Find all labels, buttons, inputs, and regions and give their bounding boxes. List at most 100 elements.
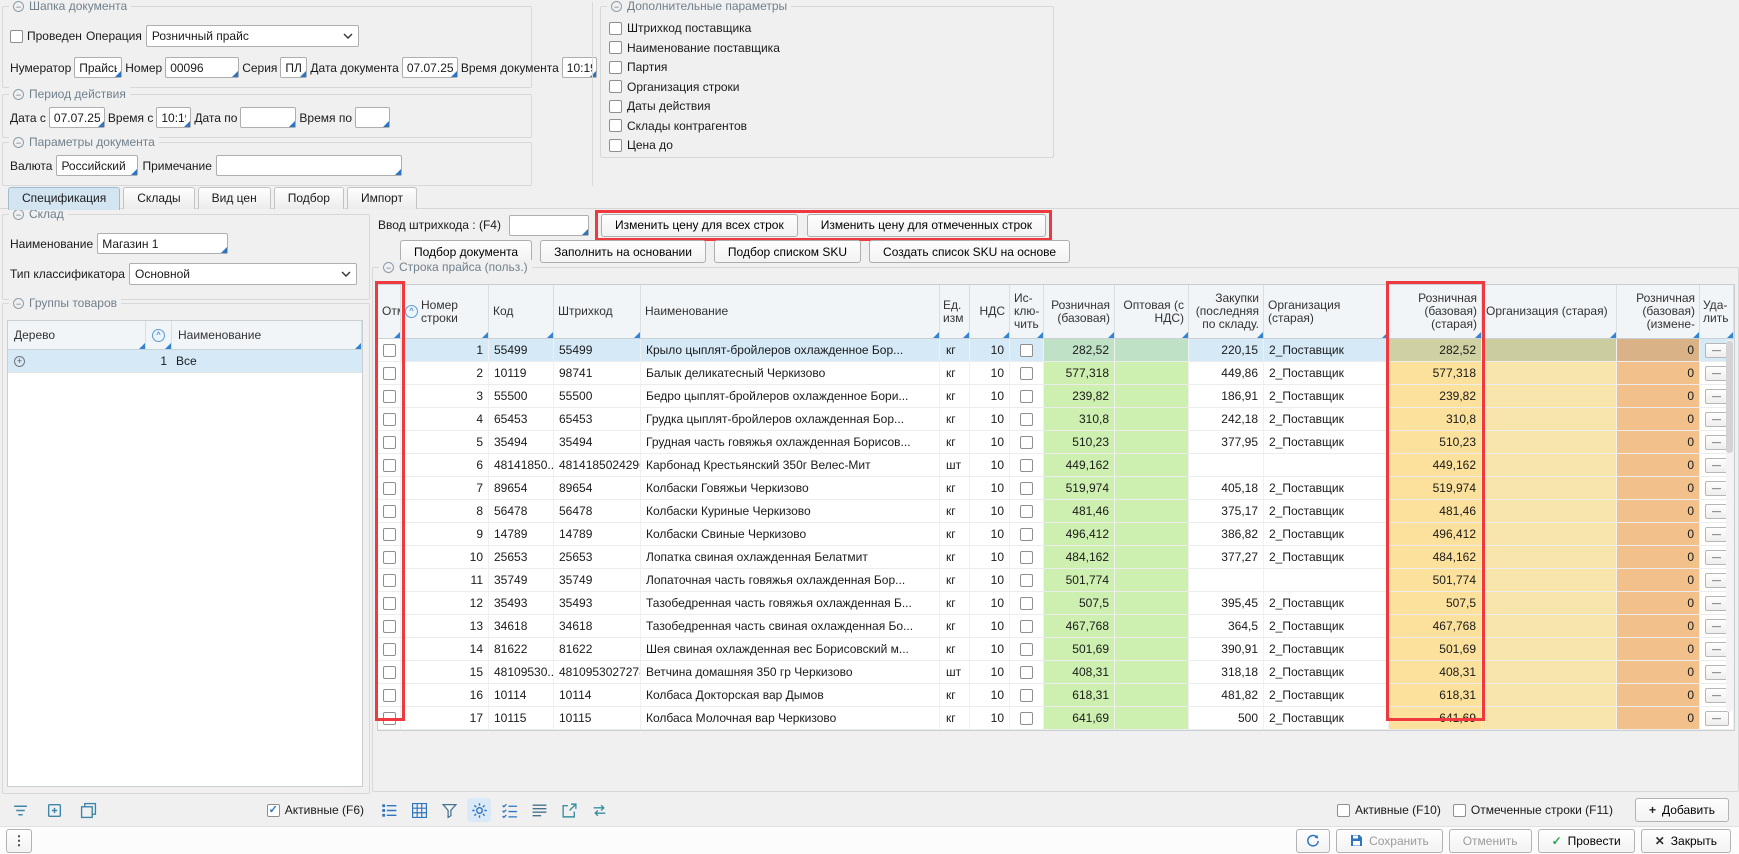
row-select-checkbox[interactable] — [383, 367, 396, 380]
collapse-icon[interactable]: − — [13, 1, 24, 12]
price-table-row[interactable]: 171011510115Колбаса Молочная вар Черкизо… — [378, 707, 1734, 730]
row-exclude-checkbox[interactable] — [1020, 528, 1033, 541]
time-from-field[interactable] — [156, 107, 191, 128]
row-exclude-checkbox[interactable] — [1020, 689, 1033, 702]
row-delete-button[interactable]: — — [1705, 688, 1729, 703]
row-delete-button[interactable]: — — [1705, 596, 1729, 611]
row-select-checkbox[interactable] — [383, 459, 396, 472]
extra-param-row[interactable]: Организация строки — [609, 80, 780, 94]
classifier-select[interactable]: Основной — [129, 263, 357, 285]
gear-icon[interactable] — [467, 798, 491, 822]
row-exclude-checkbox[interactable] — [1020, 597, 1033, 610]
price-table-row[interactable]: 85647856478Колбаски Куриные Черкизовокг1… — [378, 500, 1734, 523]
header-org-old[interactable]: Организация (старая) — [1264, 285, 1389, 338]
refresh-button[interactable] — [1296, 829, 1330, 853]
tab-2[interactable]: Склады — [123, 187, 194, 209]
create-sku-list-button[interactable]: Создать список SKU на основе — [869, 240, 1070, 263]
row-select-checkbox[interactable] — [383, 436, 396, 449]
checkbox-icon[interactable] — [609, 139, 622, 152]
sort-ascending-icon[interactable]: ^ — [405, 305, 418, 318]
row-select-checkbox[interactable] — [383, 597, 396, 610]
row-delete-button[interactable]: — — [1705, 711, 1729, 726]
header-unit[interactable]: Ед. изм — [940, 285, 970, 338]
row-exclude-checkbox[interactable] — [1020, 643, 1033, 656]
checkbox-icon[interactable] — [609, 119, 622, 132]
price-table-row[interactable]: 102565325653Лопатка свиная охлажденная Б… — [378, 546, 1734, 569]
number-field[interactable] — [165, 57, 239, 78]
checkbox-icon[interactable] — [609, 100, 622, 113]
row-delete-button[interactable]: — — [1705, 619, 1729, 634]
price-table-row[interactable]: 91478914789Колбаски Свиные Черкизовокг10… — [378, 523, 1734, 546]
extra-param-row[interactable]: Склады контрагентов — [609, 119, 780, 133]
extra-param-row[interactable]: Даты действия — [609, 99, 780, 113]
save-button[interactable]: Сохранить — [1336, 829, 1443, 853]
operation-select[interactable]: Розничный прайс — [146, 25, 359, 47]
header-code[interactable]: Код — [489, 285, 554, 338]
row-select-checkbox[interactable] — [383, 413, 396, 426]
header-purchase[interactable]: Закупки (последняя по складу. — [1189, 285, 1264, 338]
row-exclude-checkbox[interactable] — [1020, 367, 1033, 380]
row-select-checkbox[interactable] — [383, 390, 396, 403]
sort-ascending-icon[interactable]: ^ — [146, 321, 172, 349]
vertical-splitter[interactable] — [592, 2, 593, 186]
row-exclude-checkbox[interactable] — [1020, 436, 1033, 449]
barcode-input[interactable] — [509, 215, 589, 236]
currency-field[interactable] — [56, 155, 138, 176]
row-delete-button[interactable]: — — [1705, 366, 1729, 381]
tab-5[interactable]: Импорт — [347, 187, 417, 209]
marked-rows-f11-toggle[interactable]: Отмеченные строки (F11) — [1453, 803, 1613, 817]
price-table-row[interactable]: 78965489654Колбаски Говяжьи Черкизовокг1… — [378, 477, 1734, 500]
tab-4[interactable]: Подбор — [274, 187, 344, 209]
row-select-checkbox[interactable] — [383, 689, 396, 702]
collapse-icon[interactable]: − — [383, 262, 394, 273]
grid-view-icon[interactable] — [407, 798, 431, 822]
price-table-row[interactable]: 148162281622Шея свиная охлажденная вес Б… — [378, 638, 1734, 661]
collapse-icon[interactable]: − — [13, 298, 24, 309]
checkbox-icon[interactable] — [609, 61, 622, 74]
clear-filter-icon[interactable] — [8, 798, 32, 822]
checkbox-icon[interactable] — [609, 41, 622, 54]
filter-icon[interactable] — [437, 798, 461, 822]
header-retail-base[interactable]: Розничная (базовая) — [1044, 285, 1115, 338]
header-wholesale[interactable]: Оптовая (с НДС) — [1115, 285, 1189, 338]
row-exclude-checkbox[interactable] — [1020, 620, 1033, 633]
change-price-all-button[interactable]: Изменить цену для всех строк — [601, 214, 798, 237]
doc-date-field[interactable] — [402, 57, 458, 78]
row-delete-button[interactable]: — — [1705, 665, 1729, 680]
header-barcode[interactable]: Штрихкод — [554, 285, 641, 338]
row-select-checkbox[interactable] — [383, 528, 396, 541]
add-row-button[interactable]: + Добавить — [1635, 798, 1729, 822]
collapse-icon[interactable]: − — [13, 209, 24, 220]
row-exclude-checkbox[interactable] — [1020, 505, 1033, 518]
row-select-checkbox[interactable] — [383, 482, 396, 495]
header-org-old-2[interactable]: Организация (старая) — [1482, 285, 1617, 338]
row-delete-button[interactable]: — — [1705, 343, 1729, 358]
row-select-checkbox[interactable] — [383, 666, 396, 679]
row-delete-button[interactable]: — — [1705, 481, 1729, 496]
date-from-field[interactable] — [49, 107, 105, 128]
list-view-icon[interactable] — [377, 798, 401, 822]
row-select-checkbox[interactable] — [383, 643, 396, 656]
date-to-field[interactable] — [240, 107, 296, 128]
price-table-row[interactable]: 123549335493Тазобедренная часть говяжья … — [378, 592, 1734, 615]
price-table-row[interactable]: 648141850...4814185024296Карбонад Кресть… — [378, 454, 1734, 477]
row-select-checkbox[interactable] — [383, 712, 396, 725]
row-exclude-checkbox[interactable] — [1020, 666, 1033, 679]
collapse-icon[interactable]: − — [611, 1, 622, 12]
row-exclude-checkbox[interactable] — [1020, 551, 1033, 564]
row-exclude-checkbox[interactable] — [1020, 482, 1033, 495]
extra-param-row[interactable]: Цена до — [609, 138, 780, 152]
header-delete[interactable]: Уда- лить — [1700, 285, 1734, 338]
row-exclude-checkbox[interactable] — [1020, 413, 1033, 426]
price-table-row[interactable]: 35550055500Бедро цыплят-бройлеров охлажд… — [378, 385, 1734, 408]
tree-row-all[interactable]: + 1 Все — [8, 350, 362, 373]
proveden-checkbox[interactable] — [10, 30, 23, 43]
checkbox-icon[interactable] — [1453, 804, 1466, 817]
pick-sku-list-button[interactable]: Подбор списком SKU — [714, 240, 861, 263]
sync-icon[interactable] — [587, 798, 611, 822]
row-select-checkbox[interactable] — [383, 551, 396, 564]
checkbox-icon[interactable] — [1337, 804, 1350, 817]
tree-column-header[interactable]: Дерево — [8, 321, 146, 349]
list-lines-icon[interactable] — [527, 798, 551, 822]
row-delete-button[interactable]: — — [1705, 573, 1729, 588]
